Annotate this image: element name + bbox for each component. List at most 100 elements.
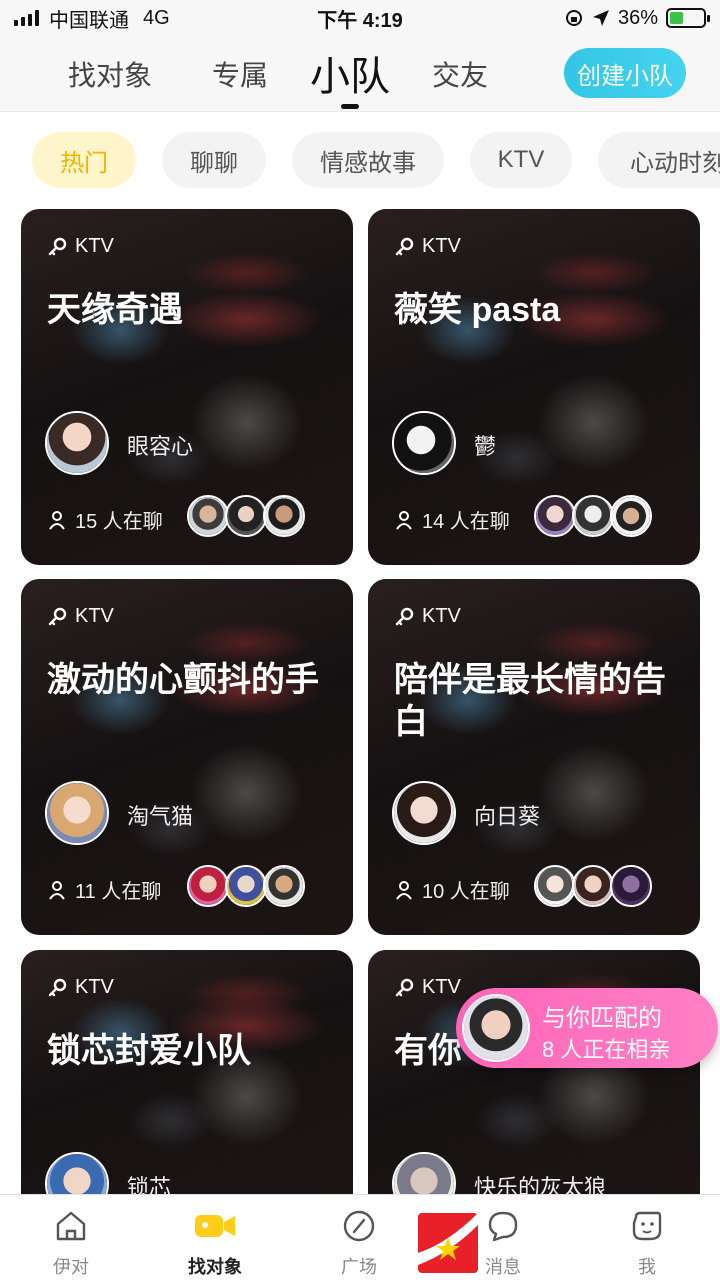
squad-card[interactable]: KTV 天缘奇遇 眼容心 15 人在聊 bbox=[21, 209, 353, 565]
chatting-count: 14 人在聊 bbox=[394, 505, 510, 534]
card-title: 天缘奇遇 bbox=[47, 291, 183, 329]
location-icon bbox=[592, 10, 609, 26]
compass-icon bbox=[343, 1210, 375, 1242]
chip-ktv[interactable]: KTV bbox=[470, 132, 572, 188]
member-avatar bbox=[572, 865, 614, 907]
key-icon bbox=[48, 237, 67, 255]
chip-heartbeat[interactable]: 心动时刻 bbox=[598, 132, 720, 188]
member-avatar bbox=[187, 865, 229, 907]
owner-avatar[interactable] bbox=[392, 781, 456, 845]
card-category-label: KTV bbox=[422, 605, 461, 627]
match-line-1: 与你匹配的 bbox=[542, 1005, 662, 1032]
owner-avatar[interactable] bbox=[392, 411, 456, 475]
match-line-2: 8 人正在相亲 bbox=[542, 1037, 671, 1062]
bottom-tab-messages[interactable]: 消息 bbox=[453, 1195, 553, 1280]
chatting-count-label: 11 人在聊 bbox=[75, 881, 162, 903]
member-avatar bbox=[225, 865, 267, 907]
key-icon bbox=[395, 237, 414, 255]
member-avatar bbox=[534, 865, 576, 907]
active-tab-indicator bbox=[341, 104, 359, 109]
card-title: 激动的心颤抖的手 bbox=[47, 661, 319, 699]
squad-card[interactable]: KTV 薇笑 pasta 鬱 14 人在聊 bbox=[368, 209, 700, 565]
chip-hot[interactable]: 热门 bbox=[32, 132, 136, 188]
card-category-label: KTV bbox=[75, 235, 114, 257]
tab-exclusive[interactable]: 专属 bbox=[212, 54, 268, 94]
match-avatar bbox=[462, 994, 530, 1062]
member-avatar bbox=[187, 495, 229, 537]
card-title: 锁芯封爱小队 bbox=[47, 1032, 251, 1070]
person-icon bbox=[49, 880, 65, 900]
owner-avatar[interactable] bbox=[392, 1152, 456, 1194]
home-icon bbox=[56, 1211, 86, 1241]
card-category-label: KTV bbox=[422, 235, 461, 257]
bottom-tab-label: 找对象 bbox=[188, 1257, 242, 1277]
card-title: 薇笑 pasta bbox=[394, 291, 561, 329]
chatting-count: 10 人在聊 bbox=[394, 875, 510, 904]
owner-name: 鬱 bbox=[474, 434, 497, 459]
owner-name: 眼容心 bbox=[127, 434, 194, 459]
squad-card[interactable]: KTV 陪伴是最长情的告白 向日葵 10 人在聊 bbox=[368, 579, 700, 935]
member-avatar bbox=[572, 495, 614, 537]
rotation-lock-icon bbox=[565, 10, 582, 26]
chatting-count-label: 15 人在聊 bbox=[75, 511, 163, 533]
owner-name: 向日葵 bbox=[474, 804, 541, 829]
bottom-tab-label: 伊对 bbox=[53, 1257, 89, 1277]
carrier-label: 中国联通 bbox=[49, 9, 129, 32]
owner-avatar[interactable] bbox=[45, 1152, 109, 1194]
battery-icon bbox=[666, 8, 710, 28]
card-category: KTV bbox=[47, 605, 114, 628]
owner-name: 锁芯 bbox=[127, 1175, 172, 1194]
chatting-count: 15 人在聊 bbox=[47, 505, 163, 534]
card-category-label: KTV bbox=[75, 976, 114, 998]
bottom-tab-home[interactable]: 伊对 bbox=[21, 1195, 121, 1280]
card-category: KTV bbox=[394, 976, 461, 999]
key-icon bbox=[395, 607, 414, 625]
card-category: KTV bbox=[394, 235, 461, 258]
tab-squad[interactable]: 小队 bbox=[310, 44, 390, 102]
category-chips: 热门 聊聊 情感故事 KTV 心动时刻 bbox=[0, 132, 720, 188]
bottom-tab-label: 消息 bbox=[485, 1257, 521, 1277]
chat-bubble-icon bbox=[488, 1211, 518, 1242]
bottom-tab-find-partner[interactable]: 找对象 bbox=[165, 1195, 265, 1280]
chatting-count: 11 人在聊 bbox=[47, 875, 161, 904]
create-squad-button[interactable]: 创建小队 bbox=[564, 48, 686, 98]
squad-card[interactable]: KTV 锁芯封爱小队 锁芯 bbox=[21, 950, 353, 1194]
bottom-tab-square[interactable]: 广场 bbox=[309, 1195, 409, 1280]
owner-avatar[interactable] bbox=[45, 781, 109, 845]
match-banner[interactable]: 与你匹配的 8 人正在相亲 bbox=[456, 988, 718, 1068]
top-nav: 找对象 专属 小队 交友 创建小队 bbox=[0, 36, 720, 112]
bottom-tab-me[interactable]: 我 bbox=[597, 1195, 697, 1280]
owner-name: 快乐的灰太狼 bbox=[474, 1175, 607, 1194]
status-bar: 中国联通 4G 下午 4:19 36% bbox=[0, 0, 720, 36]
chip-love-stories[interactable]: 情感故事 bbox=[292, 132, 444, 188]
card-category: KTV bbox=[47, 976, 114, 999]
bottom-tab-label: 我 bbox=[638, 1257, 656, 1277]
bottom-tab-label: 广场 bbox=[341, 1257, 377, 1277]
chatting-count-label: 14 人在聊 bbox=[422, 511, 510, 533]
face-icon bbox=[632, 1211, 662, 1241]
owner-avatar[interactable] bbox=[45, 411, 109, 475]
network-label: 4G bbox=[143, 6, 170, 29]
member-avatar bbox=[610, 865, 652, 907]
signal-icon bbox=[14, 10, 39, 26]
person-icon bbox=[49, 510, 65, 530]
key-icon bbox=[48, 607, 67, 625]
card-category: KTV bbox=[47, 235, 114, 258]
battery-percent: 36% bbox=[617, 6, 658, 29]
chip-chat[interactable]: 聊聊 bbox=[162, 132, 266, 188]
member-avatar bbox=[263, 495, 305, 537]
squad-card[interactable]: KTV 激动的心颤抖的手 淘气猫 11 人在聊 bbox=[21, 579, 353, 935]
video-camera-icon bbox=[195, 1215, 235, 1237]
tab-make-friends[interactable]: 交友 bbox=[432, 54, 488, 94]
chatting-count-label: 10 人在聊 bbox=[422, 881, 510, 903]
member-avatar bbox=[534, 495, 576, 537]
key-icon bbox=[395, 978, 414, 996]
card-category-label: KTV bbox=[75, 605, 114, 627]
squad-card[interactable]: KTV 有你 快乐的灰太狼 bbox=[368, 950, 700, 1194]
person-icon bbox=[396, 510, 412, 530]
tab-find-partner[interactable]: 找对象 bbox=[68, 54, 152, 94]
person-icon bbox=[396, 880, 412, 900]
key-icon bbox=[48, 978, 67, 996]
card-category-label: KTV bbox=[422, 976, 461, 998]
member-avatar bbox=[263, 865, 305, 907]
